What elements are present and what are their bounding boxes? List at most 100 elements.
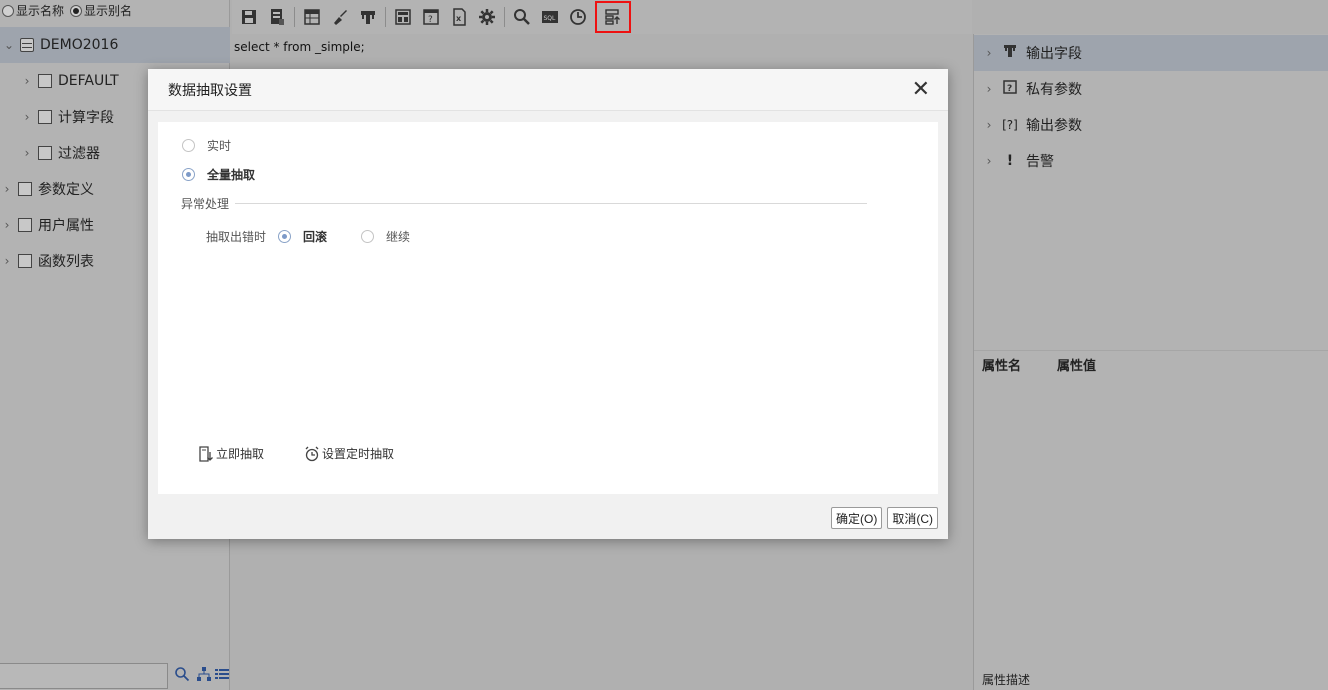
show-alias-radio[interactable]	[70, 4, 83, 17]
realtime-option[interactable]: 实时	[182, 137, 231, 154]
list-view-icon[interactable]	[214, 666, 230, 686]
show-name-label: 显示名称	[16, 4, 65, 18]
section-divider	[235, 203, 867, 204]
svg-text:?: ?	[428, 15, 433, 25]
svg-text:SQL: SQL	[544, 15, 557, 22]
toolbar-separator	[294, 7, 295, 27]
alerts-item[interactable]: › ! 告警	[974, 143, 1328, 179]
display-mode-toggle: 显示名称 显示别名	[2, 2, 136, 19]
alert-icon: !	[1006, 153, 1014, 169]
tree-item-label: DEFAULT	[58, 73, 119, 89]
extract-now-button[interactable]: 立即抽取	[198, 445, 264, 462]
full-extract-label: 全量抽取	[207, 168, 256, 182]
exception-section: 异常处理	[181, 195, 867, 212]
excel-icon[interactable]: x	[448, 6, 470, 28]
rollback-label[interactable]: 回滚	[303, 228, 327, 245]
tree-item-label: 过滤器	[58, 146, 100, 162]
clock-icon[interactable]	[567, 6, 589, 28]
output-param-icon: [?]	[1002, 118, 1018, 132]
chevron-right-icon[interactable]: ›	[20, 74, 34, 88]
tree-search-input[interactable]	[0, 663, 168, 689]
alarm-clock-icon	[305, 446, 319, 461]
function-icon	[18, 254, 32, 268]
chevron-right-icon[interactable]: ›	[982, 118, 996, 132]
full-extract-option[interactable]: 全量抽取	[182, 166, 255, 183]
gear-icon[interactable]	[476, 6, 498, 28]
field-icon	[1002, 44, 1018, 62]
extract-now-icon	[199, 445, 213, 462]
tree-item-label: 用户属性	[38, 218, 94, 234]
show-name-radio[interactable]	[2, 4, 14, 17]
property-name-header: 属性名	[982, 359, 1022, 374]
param-icon	[18, 182, 32, 196]
full-extract-radio[interactable]	[182, 168, 195, 181]
tree-item-label: DEMO2016	[40, 37, 119, 53]
param-window-icon[interactable]: ?	[420, 6, 442, 28]
tree-structure-icon[interactable]	[196, 666, 212, 686]
chevron-right-icon[interactable]: ›	[20, 146, 34, 160]
show-name-option[interactable]: 显示名称	[2, 2, 64, 19]
private-params-item[interactable]: › ? 私有参数	[974, 71, 1328, 107]
rollback-radio[interactable]	[278, 230, 292, 243]
ok-button[interactable]: 确定(O)	[831, 507, 883, 529]
output-params-item[interactable]: › [?] 输出参数	[974, 107, 1328, 143]
calc-icon	[38, 110, 52, 124]
save-icon[interactable]	[238, 6, 260, 28]
output-fields-label: 输出字段	[1026, 46, 1082, 62]
private-param-icon: ?	[1002, 80, 1018, 98]
filter-icon	[38, 146, 52, 160]
close-icon[interactable]: ✕	[912, 78, 930, 101]
table-icon	[38, 74, 52, 88]
output-params-label: 输出参数	[1026, 118, 1082, 134]
dialog-body: 实时 全量抽取 异常处理 抽取出错时 回滚 继续 立即抽取 设置定时抽取	[158, 122, 938, 494]
show-alias-option[interactable]: 显示别名	[70, 2, 132, 19]
chevron-down-icon[interactable]: ⌄	[2, 38, 16, 52]
tree-item-label: 参数定义	[38, 182, 94, 198]
user-attr-icon	[18, 218, 32, 232]
property-value-header: 属性值	[1057, 359, 1097, 374]
chevron-right-icon[interactable]: ›	[0, 218, 14, 232]
tree-item-label: 函数列表	[38, 254, 94, 270]
search-icon[interactable]	[511, 6, 533, 28]
toolbar-separator	[504, 7, 505, 27]
chevron-right-icon[interactable]: ›	[0, 254, 14, 268]
layout-icon[interactable]	[392, 6, 414, 28]
svg-text:x: x	[456, 14, 462, 23]
chevron-right-icon[interactable]: ›	[0, 182, 14, 196]
search-icon[interactable]	[174, 666, 190, 686]
dialog-title: 数据抽取设置	[168, 82, 252, 99]
sql-text[interactable]: select * from _simple;	[234, 40, 365, 54]
table-icon[interactable]	[301, 6, 323, 28]
on-error-row: 抽取出错时 回滚 继续	[206, 228, 410, 245]
brush-icon[interactable]	[329, 6, 351, 28]
dialog-header: 数据抽取设置 ✕	[148, 69, 948, 111]
save-as-icon[interactable]	[266, 6, 288, 28]
chevron-right-icon[interactable]: ›	[982, 82, 996, 96]
property-table-header: 属性名 属性值	[974, 350, 1328, 378]
left-bottom-bar	[0, 662, 230, 690]
chevron-right-icon[interactable]: ›	[20, 110, 34, 124]
cancel-button[interactable]: 取消(C)	[887, 507, 938, 529]
realtime-label: 实时	[207, 139, 232, 153]
continue-radio[interactable]	[361, 230, 375, 243]
schedule-extract-button[interactable]: 设置定时抽取	[304, 445, 394, 462]
private-params-label: 私有参数	[1026, 82, 1082, 98]
output-fields-item[interactable]: › 输出字段	[974, 35, 1328, 71]
alerts-label: 告警	[1026, 154, 1054, 170]
realtime-radio[interactable]	[182, 139, 195, 152]
chevron-right-icon[interactable]: ›	[982, 46, 996, 60]
database-icon	[20, 38, 34, 52]
sql-icon[interactable]: SQL	[539, 6, 561, 28]
property-description: 属性描述	[982, 673, 1031, 687]
tree-item-demo2016[interactable]: ⌄ DEMO2016	[0, 27, 230, 63]
field-icon[interactable]	[357, 6, 379, 28]
data-extract-icon[interactable]	[595, 1, 631, 33]
right-panel: › 输出字段 › ? 私有参数 › [?] 输出参数 › ! 告警 属性名 属性…	[973, 34, 1328, 690]
toolbar-separator	[385, 7, 386, 27]
schedule-extract-label: 设置定时抽取	[322, 447, 395, 461]
on-error-label: 抽取出错时	[206, 230, 267, 244]
chevron-right-icon[interactable]: ›	[982, 154, 996, 168]
continue-label[interactable]: 继续	[386, 228, 410, 245]
svg-text:?: ?	[1007, 84, 1012, 94]
tree-item-label: 计算字段	[58, 110, 114, 126]
